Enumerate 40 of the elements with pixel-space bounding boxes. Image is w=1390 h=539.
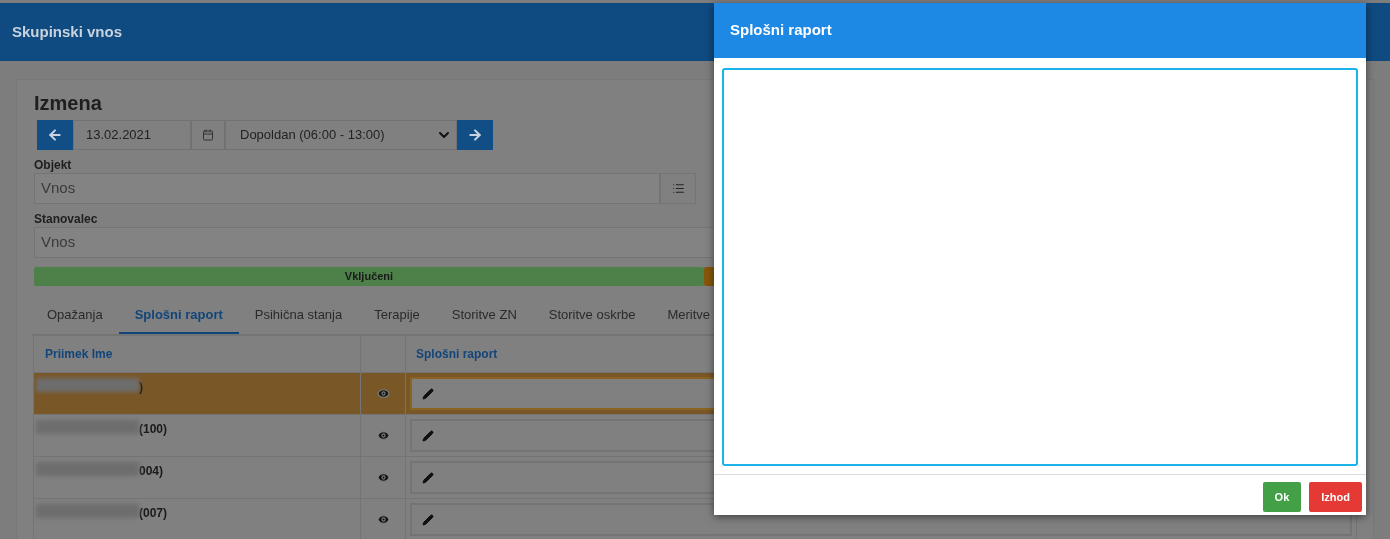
shift-select[interactable]: Dopoldan (06:00 - 13:00)	[225, 120, 457, 150]
previous-button[interactable]	[37, 120, 73, 150]
eye-icon[interactable]	[376, 471, 390, 484]
table-cell-text: 004)	[139, 463, 164, 480]
pencil-icon	[422, 387, 434, 400]
next-button[interactable]	[457, 120, 493, 150]
field-label: Objekt	[34, 158, 73, 172]
column-header: Splošni raport	[415, 346, 499, 363]
card-title: Izmena	[34, 91, 103, 116]
pencil-icon	[422, 471, 434, 484]
arrow-right-icon	[467, 127, 483, 143]
arrow-left-icon	[47, 127, 63, 143]
dialog-button[interactable]: Ok	[1262, 482, 1302, 512]
table-cell-text: (007)	[139, 505, 167, 522]
input-field[interactable]: Vnos	[34, 173, 660, 204]
tab[interactable]: Psihična stanja	[238, 298, 359, 334]
status-label: Vključeni	[344, 269, 394, 285]
pencil-icon	[422, 513, 434, 526]
calendar-icon	[202, 129, 214, 141]
column-header: Priimek Ime	[34, 336, 361, 372]
field-label: Stanovalec	[34, 212, 99, 226]
list-icon	[671, 182, 685, 195]
eye-icon[interactable]	[376, 387, 390, 400]
pencil-icon	[422, 429, 434, 442]
tab[interactable]: Splošni raport	[118, 298, 239, 334]
list-button[interactable]	[660, 173, 696, 204]
eye-icon[interactable]	[376, 429, 390, 442]
date-field[interactable]: 13.02.2021	[73, 120, 191, 150]
dialog-title: Splošni raport	[730, 20, 832, 41]
tab[interactable]: Meritve	[651, 298, 727, 334]
table-cell-text: (100)	[139, 421, 167, 438]
tab[interactable]: Opažanja	[31, 298, 119, 334]
app-title: Skupinski vnos	[12, 21, 123, 42]
eye-icon[interactable]	[376, 513, 390, 526]
calendar-button[interactable]	[191, 120, 225, 150]
tab[interactable]: Storitve oskrbe	[532, 298, 652, 334]
tab[interactable]: Terapije	[358, 298, 436, 334]
tab[interactable]: Storitve ZN	[435, 298, 533, 334]
dialog-button[interactable]: Izhod	[1309, 482, 1362, 512]
table-cell-text: )	[139, 379, 143, 396]
